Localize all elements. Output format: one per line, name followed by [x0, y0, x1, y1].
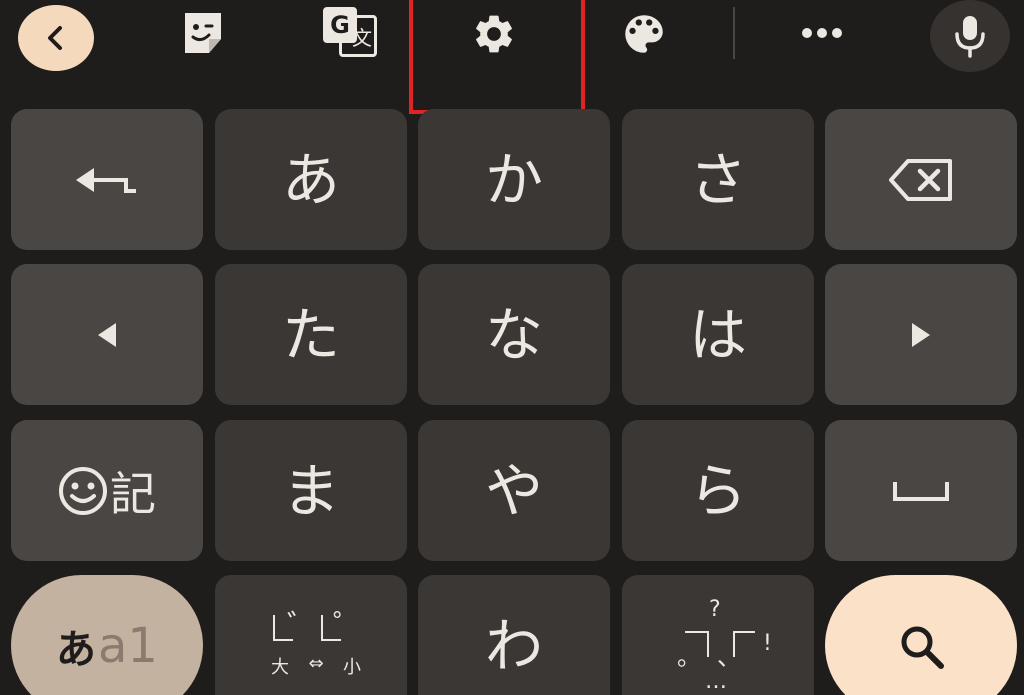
search-icon — [901, 626, 944, 669]
input-mode-key[interactable]: あ a1 — [11, 575, 203, 695]
translate-button[interactable]: 文 G — [320, 6, 380, 60]
sticker-button[interactable] — [172, 8, 234, 58]
dakuten-big-label: 大 — [271, 656, 289, 678]
kana-key-label: わ — [484, 611, 543, 680]
handakuten-mark: ゜ — [333, 608, 363, 644]
translate-icon: 文 G — [323, 7, 377, 59]
kana-key-na[interactable]: な — [418, 264, 610, 405]
kana-key-ma[interactable]: ま — [215, 420, 407, 561]
microphone-icon — [955, 16, 985, 58]
triangle-right-icon — [912, 322, 930, 347]
dakuten-swap-arrow: ⇔ — [308, 652, 324, 674]
more-button[interactable] — [790, 10, 854, 56]
translate-glyph-primary: G — [330, 11, 350, 39]
kana-key-ra[interactable]: ら — [622, 420, 814, 561]
kana-key-label: か — [484, 145, 543, 214]
palette-icon — [625, 15, 663, 53]
punct-comma-label: 、 — [717, 642, 741, 671]
undo-arrow-icon — [76, 167, 136, 193]
search-key[interactable] — [825, 575, 1017, 695]
theme-button[interactable] — [612, 6, 676, 62]
kana-key-sa[interactable]: さ — [622, 109, 814, 250]
kana-key-label: な — [484, 300, 543, 369]
kana-key-wa[interactable]: わ — [418, 575, 610, 695]
voice-input-button[interactable] — [930, 0, 1010, 72]
kana-key-ta[interactable]: た — [215, 264, 407, 405]
symbols-label: 記 — [110, 466, 156, 521]
sticker-icon — [185, 13, 221, 53]
backspace-icon — [889, 158, 952, 201]
kana-key-label: ら — [688, 456, 747, 525]
kana-key-ya[interactable]: や — [418, 420, 610, 561]
punctuation-key[interactable]: ? 。 、 ! … — [622, 575, 814, 695]
kana-key-label: さ — [688, 145, 747, 214]
mode-alnum-label: a1 — [98, 617, 158, 674]
kana-key-label: は — [688, 300, 747, 369]
kana-key-label: や — [484, 456, 543, 525]
space-key[interactable] — [825, 420, 1017, 561]
backspace-key[interactable] — [825, 109, 1017, 250]
undo-key[interactable] — [11, 109, 203, 250]
smiley-icon — [59, 466, 107, 515]
punct-question-label: ? — [709, 596, 721, 622]
toolbar-divider — [733, 7, 735, 59]
kana-key-ka[interactable]: か — [418, 109, 610, 250]
kana-key-label: あ — [281, 145, 340, 214]
punct-period-label: 。 — [677, 642, 701, 671]
keyboard-toolbar: 文 G — [0, 0, 1024, 114]
kana-key-label: た — [281, 300, 340, 369]
kana-key-label: ま — [281, 456, 340, 525]
dakuten-mark: ゛ — [287, 608, 317, 644]
kana-key-a[interactable]: あ — [215, 109, 407, 250]
back-icon — [48, 26, 62, 50]
back-button[interactable] — [18, 5, 94, 71]
dakuten-key[interactable]: ゛ ゜ 大 ⇔ 小 — [215, 575, 407, 695]
emoji-symbol-key[interactable]: 記 — [11, 420, 203, 561]
mode-kana-label: あ — [56, 626, 97, 673]
dakuten-small-label: 小 — [343, 656, 361, 678]
settings-highlight-box — [409, 0, 585, 114]
punct-exclaim-label: ! — [763, 630, 772, 656]
space-icon — [893, 481, 949, 501]
more-icon — [802, 28, 842, 38]
kana-key-ha[interactable]: は — [622, 264, 814, 405]
triangle-left-icon — [98, 322, 116, 347]
cursor-left-key[interactable] — [11, 264, 203, 405]
cursor-right-key[interactable] — [825, 264, 1017, 405]
punct-ellipsis-label: … — [705, 668, 727, 694]
